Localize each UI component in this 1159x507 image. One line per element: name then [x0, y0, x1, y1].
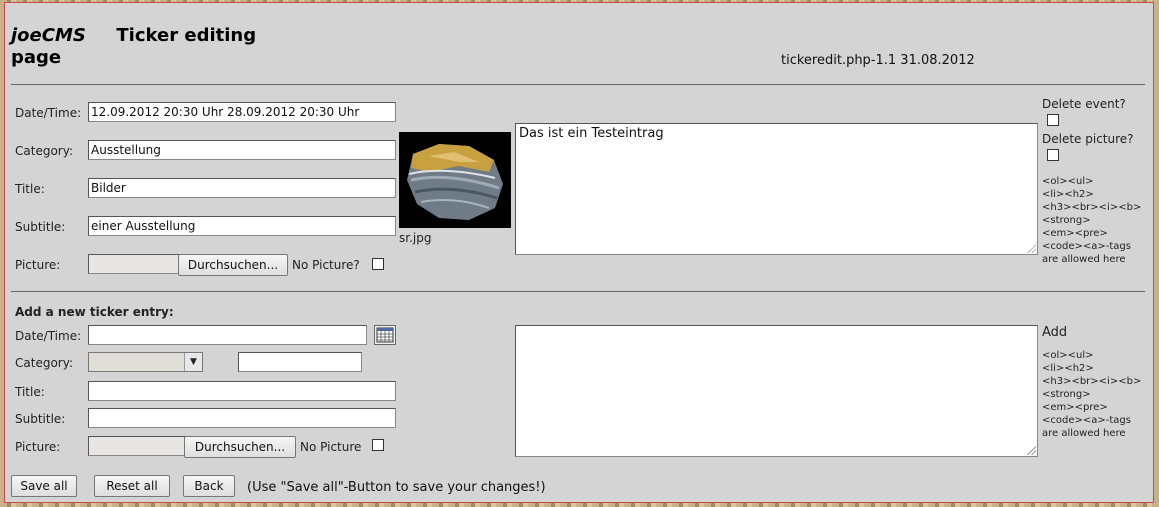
back-button[interactable]: Back: [183, 475, 235, 497]
brand-name: joeCMS: [11, 25, 86, 46]
new-title-input[interactable]: [88, 381, 396, 401]
edit-text-content: Das ist ein Testeintrag: [519, 126, 664, 141]
new-title-label: Title:: [15, 385, 45, 399]
edit-title-input[interactable]: Bilder: [88, 178, 396, 198]
edit-picture-file-input[interactable]: [88, 254, 180, 274]
save-hint-text: (Use "Save all"-Button to save your chan…: [247, 480, 546, 495]
edit-subtitle-label: Subtitle:: [15, 220, 66, 234]
new-category-label: Category:: [15, 356, 73, 370]
delete-event-checkbox[interactable]: [1047, 114, 1059, 126]
new-allowed-tags-note: <ol><ul> <li><h2> <h3><br><i><b> <strong…: [1042, 350, 1142, 439]
page-title-line1: Ticker editing: [116, 25, 257, 46]
ticker-picture-thumbnail: [399, 132, 511, 228]
page-title-line2: page: [11, 47, 62, 68]
edit-title-label: Title:: [15, 182, 45, 196]
new-entry-heading: Add a new ticker entry:: [15, 305, 174, 319]
new-no-picture-checkbox[interactable]: [372, 439, 384, 451]
divider-top: [11, 84, 1145, 85]
delete-picture-label: Delete picture?: [1042, 132, 1134, 146]
delete-picture-checkbox[interactable]: [1047, 149, 1059, 161]
edit-picture-label: Picture:: [15, 258, 61, 272]
edit-datetime-input[interactable]: 12.09.2012 20:30 Uhr 28.09.2012 20:30 Uh…: [88, 102, 396, 122]
delete-event-label: Delete event?: [1042, 97, 1126, 111]
allowed-tags-note: <ol><ul> <li><h2> <h3><br><i><b> <strong…: [1042, 176, 1142, 265]
new-category-select[interactable]: ▼: [88, 352, 203, 372]
new-datetime-input[interactable]: [88, 325, 367, 345]
edit-subtitle-input[interactable]: einer Ausstellung: [88, 216, 396, 236]
calendar-icon[interactable]: [374, 325, 396, 345]
ticker-edit-panel: joeCMS Ticker editing page tickeredit.ph…: [4, 2, 1154, 503]
new-no-picture-label: No Picture: [300, 440, 362, 454]
new-category-input[interactable]: [238, 352, 362, 372]
divider-middle: [11, 291, 1145, 292]
new-subtitle-label: Subtitle:: [15, 412, 66, 426]
edit-text-area[interactable]: Das ist ein Testeintrag: [515, 123, 1038, 255]
add-label: Add: [1042, 325, 1068, 340]
edit-no-picture-checkbox[interactable]: [372, 258, 384, 270]
new-picture-label: Picture:: [15, 440, 61, 454]
edit-category-label: Category:: [15, 144, 73, 158]
resize-grip-icon[interactable]: [1026, 243, 1036, 253]
page-title: joeCMS Ticker editing page: [11, 25, 256, 69]
resize-grip-icon[interactable]: [1026, 445, 1036, 455]
chevron-down-icon: ▼: [184, 353, 202, 371]
new-picture-file-input[interactable]: [88, 436, 186, 456]
new-text-area[interactable]: [515, 325, 1038, 457]
new-browse-button[interactable]: Durchsuchen...: [184, 436, 296, 458]
edit-browse-button[interactable]: Durchsuchen...: [178, 254, 288, 276]
new-datetime-label: Date/Time:: [15, 329, 82, 343]
reset-all-button[interactable]: Reset all: [94, 475, 170, 497]
edit-no-picture-label: No Picture?: [292, 258, 360, 272]
edit-datetime-label: Date/Time:: [15, 106, 82, 120]
new-subtitle-input[interactable]: [88, 408, 396, 428]
save-all-button[interactable]: Save all: [11, 475, 77, 497]
picture-caption: sr.jpg: [399, 231, 432, 245]
edit-category-input[interactable]: Ausstellung: [88, 140, 396, 160]
version-label: tickeredit.php-1.1 31.08.2012: [781, 53, 975, 68]
